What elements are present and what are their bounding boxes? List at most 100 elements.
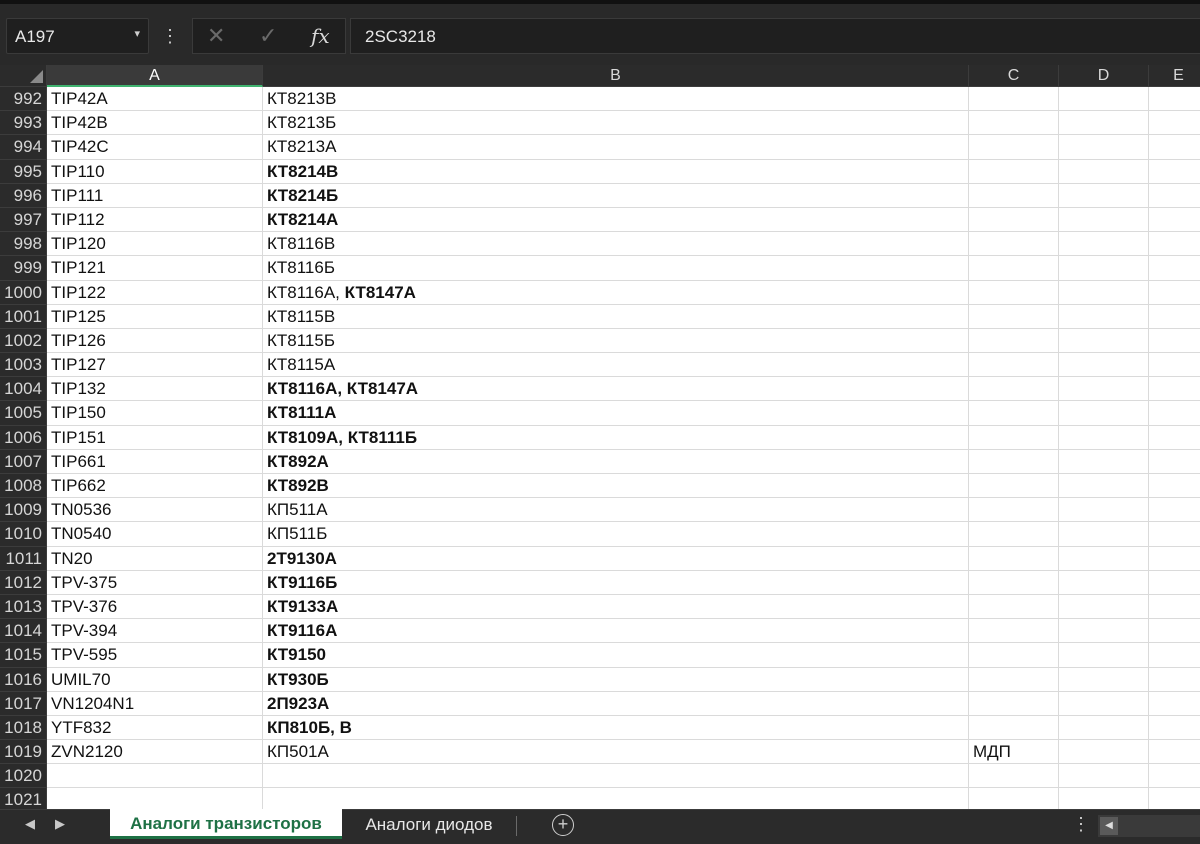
cell-b[interactable]: КТ9150 [263, 643, 969, 668]
cell-e[interactable] [1149, 425, 1200, 450]
cell-c[interactable] [969, 111, 1059, 136]
cell-d[interactable] [1059, 280, 1149, 305]
cell-d[interactable] [1059, 594, 1149, 620]
cell-d[interactable] [1059, 643, 1149, 668]
cell-a[interactable]: TIP120 [47, 232, 263, 257]
row-number[interactable]: 1010 [0, 522, 47, 547]
cell-a[interactable]: VN1204N1 [47, 691, 263, 716]
row-number[interactable]: 1014 [0, 619, 47, 644]
cell-b[interactable]: КТ9116Б [263, 570, 969, 595]
cell-d[interactable] [1059, 401, 1149, 426]
cell-d[interactable] [1059, 619, 1149, 644]
cell-a[interactable]: TIP121 [47, 256, 263, 281]
cell-b[interactable]: КТ9116А [263, 619, 969, 644]
cell-e[interactable] [1149, 135, 1200, 160]
cell-e[interactable] [1149, 401, 1200, 426]
cell-e[interactable] [1149, 280, 1200, 305]
cell-e[interactable] [1149, 764, 1200, 789]
cell-d[interactable] [1059, 87, 1149, 112]
cell-a[interactable]: TIP122 [47, 280, 263, 305]
prev-sheet-icon[interactable]: ◀ [20, 816, 40, 832]
cell-c[interactable] [969, 135, 1059, 160]
cell-a[interactable]: TIP126 [47, 328, 263, 354]
cell-c[interactable] [969, 449, 1059, 474]
cell-e[interactable] [1149, 207, 1200, 233]
cell-d[interactable] [1059, 740, 1149, 765]
cell-c[interactable] [969, 788, 1059, 809]
cell-e[interactable] [1149, 232, 1200, 257]
cell-d[interactable] [1059, 304, 1149, 329]
cell-c[interactable] [969, 764, 1059, 789]
row-number[interactable]: 992 [0, 87, 47, 112]
cell-e[interactable] [1149, 715, 1200, 741]
row-number[interactable]: 1000 [0, 280, 47, 305]
cell-c[interactable] [969, 643, 1059, 668]
cell-e[interactable] [1149, 643, 1200, 668]
cell-c[interactable] [969, 546, 1059, 571]
row-number[interactable]: 999 [0, 256, 47, 281]
formula-bar-menu-icon[interactable]: ⋮ [160, 24, 180, 48]
row-number[interactable]: 996 [0, 183, 47, 208]
column-header-c[interactable]: C [969, 65, 1059, 87]
cell-a[interactable]: TIP42C [47, 135, 263, 160]
cell-c[interactable] [969, 570, 1059, 595]
cell-c[interactable] [969, 159, 1059, 184]
cell-b[interactable]: КТ8213В [263, 87, 969, 112]
cell-d[interactable] [1059, 764, 1149, 789]
row-number[interactable]: 1001 [0, 304, 47, 329]
cell-e[interactable] [1149, 183, 1200, 208]
cell-b[interactable]: КТ892А [263, 449, 969, 474]
cell-b[interactable]: КТ8214В [263, 159, 969, 184]
cell-b[interactable]: КТ8116А, КТ8147А [263, 377, 969, 402]
cell-a[interactable]: TN0536 [47, 498, 263, 523]
cell-d[interactable] [1059, 570, 1149, 595]
column-header-e[interactable]: E [1149, 65, 1200, 87]
cell-b[interactable]: КТ8214Б [263, 183, 969, 208]
cell-a[interactable]: TN0540 [47, 522, 263, 547]
cell-b[interactable]: 2Т9130А [263, 546, 969, 571]
cell-e[interactable] [1149, 667, 1200, 692]
cell-b[interactable]: КТ8115А [263, 353, 969, 378]
cell-d[interactable] [1059, 522, 1149, 547]
cell-b[interactable]: КП501А [263, 740, 969, 765]
row-number[interactable]: 1003 [0, 353, 47, 378]
cell-a[interactable] [47, 764, 263, 789]
cell-d[interactable] [1059, 498, 1149, 523]
cell-a[interactable]: TPV-376 [47, 594, 263, 620]
cell-d[interactable] [1059, 328, 1149, 354]
row-number[interactable]: 997 [0, 207, 47, 233]
cell-b[interactable]: КП511Б [263, 522, 969, 547]
row-number[interactable]: 993 [0, 111, 47, 136]
cell-e[interactable] [1149, 498, 1200, 523]
cell-a[interactable]: TIP111 [47, 183, 263, 208]
cell-a[interactable]: TIP150 [47, 401, 263, 426]
row-number[interactable]: 998 [0, 232, 47, 257]
formula-input[interactable]: 2SC3218 [350, 18, 1200, 54]
cell-d[interactable] [1059, 183, 1149, 208]
cell-b[interactable]: КТ930Б [263, 667, 969, 692]
cell-c[interactable] [969, 594, 1059, 620]
cell-c[interactable] [969, 377, 1059, 402]
cell-d[interactable] [1059, 159, 1149, 184]
cell-a[interactable]: TIP662 [47, 474, 263, 499]
cell-c[interactable] [969, 232, 1059, 257]
cell-b[interactable]: КТ8213А [263, 135, 969, 160]
row-number[interactable]: 1017 [0, 691, 47, 716]
row-number[interactable]: 995 [0, 159, 47, 184]
cell-d[interactable] [1059, 232, 1149, 257]
cell-b[interactable]: КТ8115Б [263, 328, 969, 354]
cancel-icon[interactable]: ✕ [207, 23, 225, 49]
cell-c[interactable] [969, 498, 1059, 523]
column-header-a[interactable]: A [47, 65, 263, 87]
row-number[interactable]: 1015 [0, 643, 47, 668]
row-number[interactable]: 994 [0, 135, 47, 160]
scroll-left-icon[interactable]: ◀ [1100, 817, 1118, 835]
row-number[interactable]: 1008 [0, 474, 47, 499]
cell-a[interactable]: TIP661 [47, 449, 263, 474]
cell-d[interactable] [1059, 207, 1149, 233]
cell-c[interactable] [969, 401, 1059, 426]
cell-a[interactable]: TIP110 [47, 159, 263, 184]
cell-a[interactable]: ZVN2120 [47, 740, 263, 765]
add-sheet-icon[interactable]: + [552, 814, 574, 836]
name-box-dropdown-icon[interactable]: ▾ [134, 27, 140, 40]
